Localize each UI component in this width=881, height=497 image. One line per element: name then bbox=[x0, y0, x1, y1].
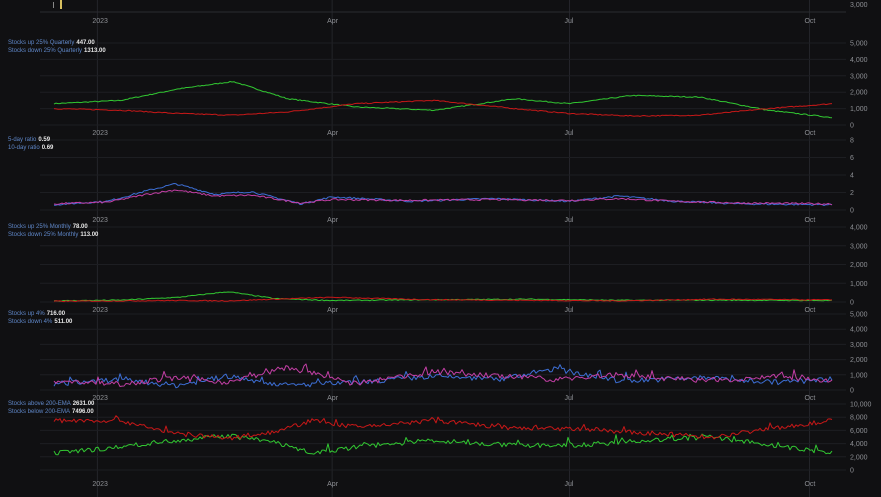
series-name: Stocks up 25% Monthly bbox=[8, 224, 71, 230]
x-tick-label: Oct bbox=[804, 307, 815, 314]
series-line-0 bbox=[53, 364, 833, 389]
y-tick-label: 8,000 bbox=[850, 415, 868, 422]
x-tick-label: Jul bbox=[565, 217, 574, 224]
pane-4: 0 2,000 4,000 6,000 8,000 10,000 bbox=[40, 402, 872, 475]
x-tick-label: Apr bbox=[327, 130, 339, 137]
y-tick-label: 2 bbox=[850, 190, 854, 197]
series-last-value: 78.00 bbox=[72, 224, 88, 230]
y-tick-label: 2,000 bbox=[850, 454, 868, 461]
series-line-0 bbox=[53, 81, 833, 119]
series-line-0 bbox=[53, 433, 833, 456]
y-tick-label: 0 bbox=[850, 208, 854, 215]
x-tick-label: Oct bbox=[804, 481, 815, 488]
x-tick-label: Oct bbox=[804, 130, 815, 137]
y-tick-label: 2,000 bbox=[850, 90, 868, 97]
y-tick-label: 4,000 bbox=[850, 441, 868, 448]
y-tick-label: 4,000 bbox=[850, 327, 868, 334]
y-tick-label: 3,000 bbox=[850, 342, 868, 349]
series-name: Stocks up 4% bbox=[8, 311, 45, 317]
x-tick-label: 2023 bbox=[92, 395, 108, 402]
y-tick-label: 1,000 bbox=[850, 281, 868, 288]
top-strip-bar bbox=[53, 2, 54, 8]
x-tick-label: Apr bbox=[327, 18, 339, 25]
y-tick-label: 4,000 bbox=[850, 57, 868, 64]
y-tick-label: 5,000 bbox=[850, 41, 868, 48]
x-tick-label: Apr bbox=[327, 217, 339, 224]
series-line-1 bbox=[53, 415, 833, 441]
series-last-value: 511.00 bbox=[54, 319, 73, 325]
y-tick-label: 0 bbox=[850, 300, 854, 307]
x-tick-label: 2023 bbox=[92, 18, 108, 25]
x-tick-label: 2023 bbox=[92, 307, 108, 314]
y-tick-label: 3,000 bbox=[850, 73, 868, 80]
x-tick-label: Oct bbox=[804, 217, 815, 224]
x-tick-label: Apr bbox=[327, 481, 339, 488]
x-tick-label: Jul bbox=[565, 18, 574, 25]
legend-entry: Stocks above 200-EMA 2631.00 bbox=[8, 400, 94, 408]
breadth-indicator-chart: 3,000 2023 Apr Jul Oct 2023 Apr Jul Oct 2023 Apr Ju… bbox=[40, 0, 872, 497]
top-strip-tick-label: 3,000 bbox=[850, 2, 868, 9]
legend-entry: Stocks below 200-EMA 7496.00 bbox=[8, 408, 94, 416]
legend-entry: Stocks down 25% Quarterly 1313.00 bbox=[8, 47, 106, 55]
series-last-value: 2631.00 bbox=[72, 401, 95, 407]
y-tick-label: 10,000 bbox=[850, 402, 872, 409]
series-last-value: 716.00 bbox=[46, 311, 66, 317]
y-tick-label: 3,000 bbox=[850, 243, 868, 250]
y-tick-label: 0 bbox=[850, 468, 854, 475]
x-tick-label: Jul bbox=[565, 130, 574, 137]
y-tick-label: 1,000 bbox=[850, 106, 868, 113]
legend-entry: 5-day ratio 0.59 bbox=[8, 136, 50, 144]
x-tick-label: Jul bbox=[565, 395, 574, 402]
pane-2: 0 1,000 2,000 3,000 4,000 bbox=[40, 225, 868, 307]
series-name: 10-day ratio bbox=[8, 145, 40, 151]
pane-1: 0 2 4 6 8 bbox=[40, 138, 854, 215]
y-tick-label: 4 bbox=[850, 173, 854, 180]
series-last-value: 113.00 bbox=[80, 232, 99, 238]
legend-entry: Stocks down 25% Monthly 113.00 bbox=[8, 231, 98, 239]
x-tick-label: Apr bbox=[327, 395, 339, 402]
x-tick-label: Jul bbox=[565, 307, 574, 314]
series-last-value: 447.00 bbox=[76, 40, 95, 46]
series-last-value: 0.69 bbox=[41, 145, 54, 151]
y-tick-label: 4,000 bbox=[850, 225, 868, 232]
series-last-value: 1313.00 bbox=[84, 48, 106, 54]
legend-entry: 10-day ratio 0.69 bbox=[8, 144, 53, 152]
legend-entry: Stocks up 25% Monthly 78.00 bbox=[8, 223, 88, 231]
y-tick-label: 6,000 bbox=[850, 428, 868, 435]
legend-entry: Stocks up 4% 716.00 bbox=[8, 310, 65, 318]
series-name: Stocks below 200-EMA bbox=[8, 409, 71, 415]
x-tick-label: 2023 bbox=[92, 481, 108, 488]
series-name: Stocks up 25% Quarterly bbox=[8, 40, 75, 46]
legend-entry: Stocks up 25% Quarterly 447.00 bbox=[8, 39, 95, 47]
y-tick-label: 0 bbox=[850, 123, 854, 130]
y-tick-label: 5,000 bbox=[850, 312, 868, 319]
x-tick-label: Apr bbox=[327, 307, 339, 314]
x-tick-label: Oct bbox=[804, 18, 815, 25]
series-name: Stocks down 25% Monthly bbox=[8, 232, 79, 238]
y-tick-label: 0 bbox=[850, 388, 854, 395]
series-last-value: 7496.00 bbox=[72, 409, 94, 415]
series-last-value: 0.59 bbox=[38, 137, 51, 143]
y-tick-label: 6 bbox=[850, 155, 854, 162]
top-strip-bar bbox=[60, 0, 62, 9]
x-tick-label: 2023 bbox=[92, 217, 108, 224]
pane-3: 0 1,000 2,000 3,000 4,000 5,000 bbox=[40, 312, 868, 395]
x-tick-label: Oct bbox=[804, 395, 815, 402]
y-tick-label: 2,000 bbox=[850, 262, 868, 269]
x-tick-label: 2023 bbox=[92, 130, 108, 137]
x-tick-label: Jul bbox=[565, 481, 574, 488]
pane-0: 0 1,000 2,000 3,000 4,000 5,000 bbox=[40, 41, 868, 130]
series-name: 5-day ratio bbox=[8, 137, 37, 143]
series-name: Stocks down 25% Quarterly bbox=[8, 48, 83, 54]
y-tick-label: 1,000 bbox=[850, 372, 868, 379]
legend-entry: Stocks down 4% 511.00 bbox=[8, 318, 72, 326]
series-name: Stocks down 4% bbox=[8, 319, 53, 325]
y-tick-label: 8 bbox=[850, 138, 854, 145]
y-tick-label: 2,000 bbox=[850, 357, 868, 364]
series-name: Stocks above 200-EMA bbox=[8, 401, 71, 407]
